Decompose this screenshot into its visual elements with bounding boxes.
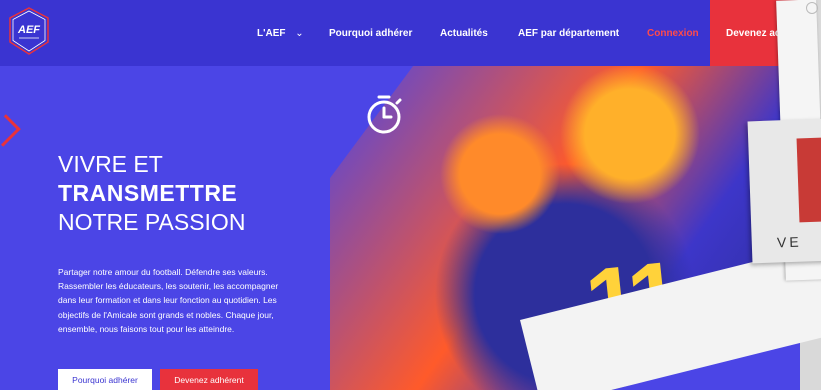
- chevron-down-icon: ⌄: [295, 28, 304, 39]
- nav-item-actualites[interactable]: Actualités: [440, 28, 488, 39]
- nav-item-aef-label: L'AEF: [257, 28, 286, 39]
- search-icon: [806, 2, 818, 14]
- nav-item-aef[interactable]: L'AEF ⌄: [257, 28, 304, 39]
- hero-title: VIVRE ET TRANSMETTRE NOTRE PASSION: [58, 150, 245, 237]
- svg-text:AEF: AEF: [17, 24, 40, 36]
- side-preview-text: VE: [776, 233, 802, 251]
- hero-title-line1: VIVRE ET: [58, 151, 163, 177]
- side-preview-red-block: [796, 137, 821, 223]
- hero-title-line3: NOTRE PASSION: [58, 209, 246, 235]
- hero-title-line2: TRANSMETTRE: [58, 180, 238, 206]
- decorative-chevron: [0, 114, 21, 147]
- nav-item-connexion[interactable]: Connexion: [647, 28, 699, 39]
- nav-cta-label: Devenez ad: [726, 28, 782, 39]
- nav-item-aef-par-departement[interactable]: AEF par département: [518, 28, 619, 39]
- hero-paragraph: Partager notre amour du football. Défend…: [58, 267, 279, 334]
- aef-logo[interactable]: AEF: [7, 6, 51, 56]
- become-member-button[interactable]: Devenez adhérent: [160, 369, 258, 390]
- screen: 11 VIVRE ET TRANSMETTRE NOTRE PASSION Pa…: [0, 0, 821, 390]
- top-navbar: AEF L'AEF ⌄ Pourquoi adhérer Actualités …: [0, 0, 800, 66]
- why-join-button[interactable]: Pourquoi adhérer: [58, 369, 152, 390]
- stopwatch-icon: [367, 95, 402, 134]
- nav-item-pourquoi-adherer[interactable]: Pourquoi adhérer: [329, 28, 412, 39]
